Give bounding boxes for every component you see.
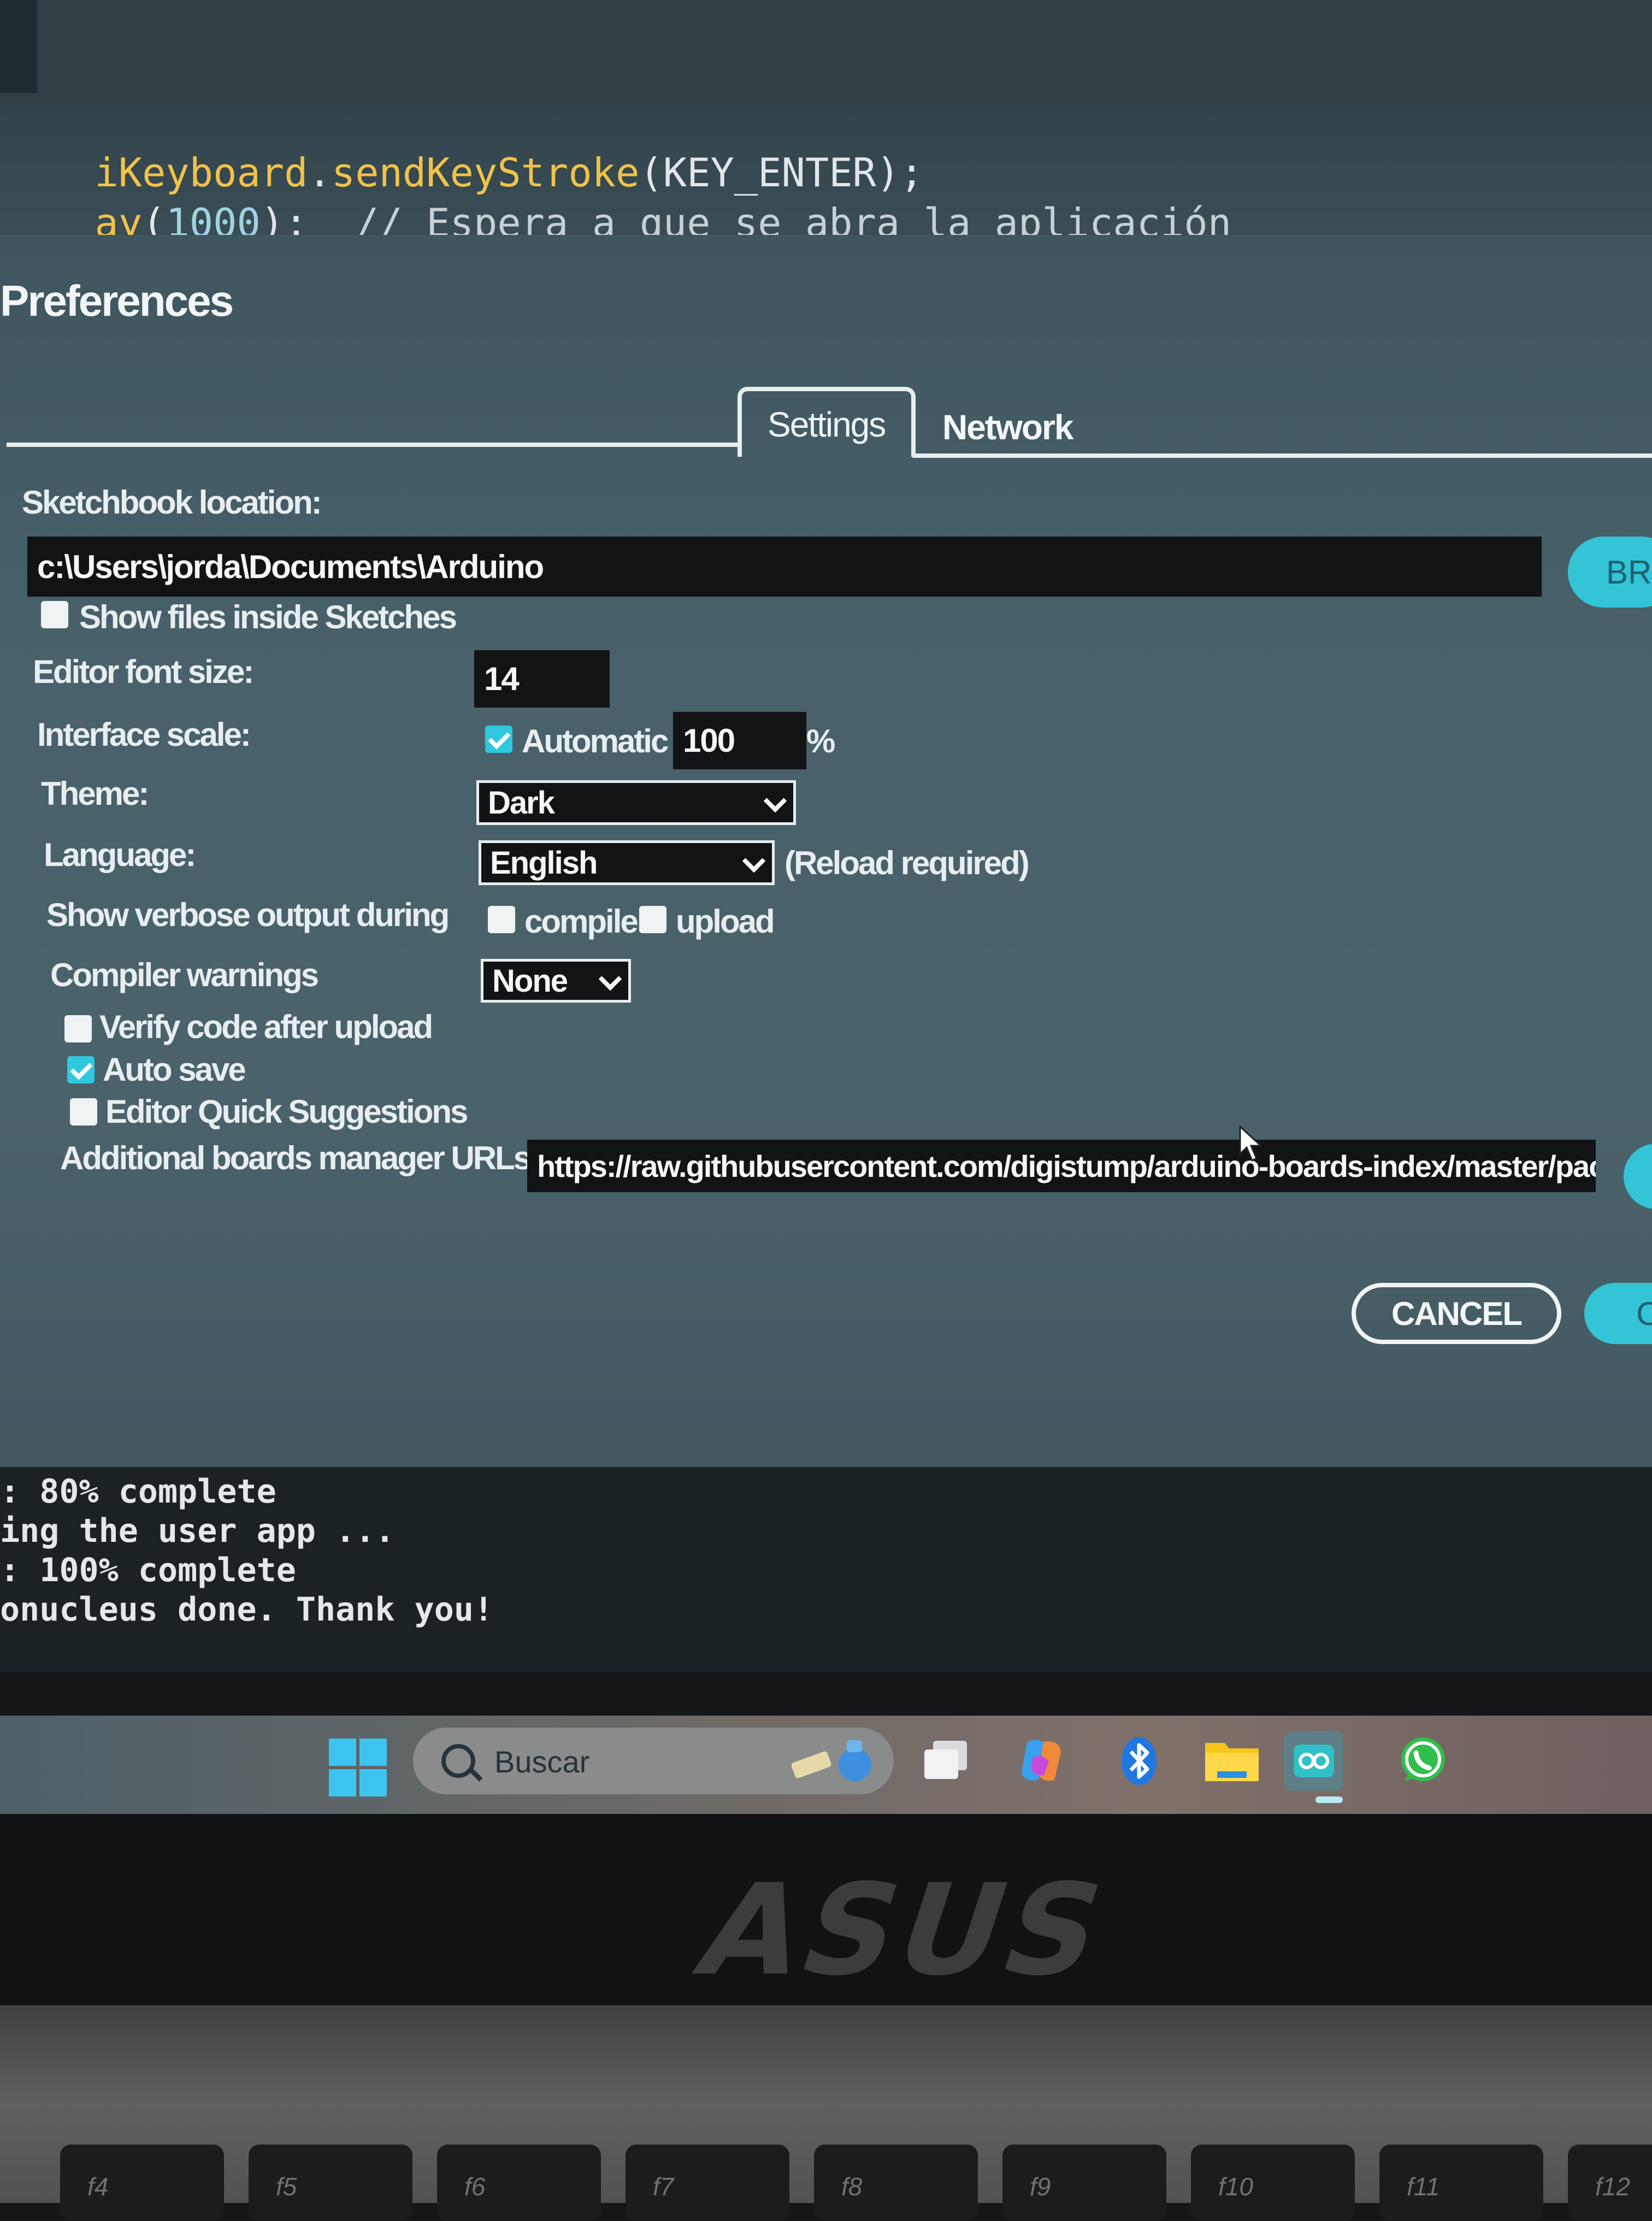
tab-divider: [7, 443, 739, 447]
theme-select[interactable]: Dark: [476, 780, 796, 825]
keyboard-key: f11: [1379, 2145, 1543, 2221]
verbose-compile-checkbox[interactable]: [488, 906, 515, 933]
boards-urls-label: Additional boards manager URLs:: [60, 1140, 541, 1176]
key-label: f5: [276, 2172, 297, 2201]
start-icon-tile: [329, 1769, 356, 1796]
browse-button[interactable]: BR: [1568, 537, 1652, 608]
boards-urls-input[interactable]: https://raw.githubusercontent.com/digist…: [527, 1140, 1596, 1192]
console-line: onucleus done. Thank you!: [0, 1590, 494, 1629]
verbose-upload-label: upload: [676, 903, 775, 940]
language-select[interactable]: English: [479, 840, 775, 885]
urls-edit-button[interactable]: [1624, 1144, 1652, 1209]
bluetooth-icon[interactable]: [1109, 1731, 1169, 1791]
auto-save-checkbox[interactable]: [67, 1056, 95, 1083]
arduino-ide-icon[interactable]: [1284, 1731, 1344, 1791]
key-label: f9: [1030, 2172, 1051, 2201]
compiler-warnings-select[interactable]: None: [481, 959, 631, 1003]
language-label: Language:: [44, 836, 196, 873]
keyboard-key: f7: [626, 2145, 789, 2221]
keyboard-key: f8: [814, 2145, 978, 2221]
font-size-label: Editor font size:: [33, 653, 254, 690]
whatsapp-icon[interactable]: [1393, 1731, 1453, 1791]
editor-tab[interactable]: [0, 0, 37, 93]
sketchbook-location-label: Sketchbook location:: [22, 484, 322, 521]
keyboard-key: f5: [249, 2145, 412, 2221]
task-view-icon[interactable]: [918, 1731, 978, 1791]
key-label: f12: [1595, 2172, 1630, 2201]
editor-tab-bar: [0, 0, 1652, 104]
start-icon-tile: [359, 1769, 387, 1796]
compiler-warnings-label: Compiler warnings: [50, 957, 319, 993]
asus-logo: ASUS: [681, 1858, 1126, 2004]
chevron-down-icon: [763, 789, 787, 813]
start-icon-tile: [329, 1739, 356, 1766]
keyboard-key: f12: [1568, 2145, 1652, 2221]
console-line: : 100% complete: [0, 1551, 296, 1589]
tab-divider: [912, 453, 1652, 458]
font-size-input[interactable]: 14: [474, 650, 610, 708]
chevron-down-icon: [598, 967, 622, 991]
automatic-scale-checkbox[interactable]: [485, 726, 512, 753]
chevron-down-icon: [742, 849, 766, 873]
key-label: f6: [464, 2172, 486, 2201]
auto-save-label: Auto save: [103, 1051, 246, 1088]
language-select-value: English: [490, 845, 598, 881]
key-label: f7: [653, 2172, 674, 2201]
search-highlight-icon: [791, 1740, 871, 1781]
key-label: f11: [1407, 2172, 1440, 2201]
reload-required-note: (Reload required): [784, 845, 1030, 881]
theme-select-value: Dark: [488, 785, 555, 821]
tab-settings-label[interactable]: Settings: [768, 404, 886, 445]
keyboard-key: f6: [437, 2145, 601, 2221]
interface-scale-label: Interface scale:: [37, 716, 251, 753]
automatic-scale-label: Automatic: [522, 723, 669, 759]
tab-network[interactable]: Network: [942, 407, 1073, 447]
keyboard-key: f4: [60, 2145, 224, 2221]
scale-unit-label: %: [806, 723, 835, 759]
windows-start-icon[interactable]: [329, 1739, 387, 1796]
cancel-button[interactable]: CANCEL: [1352, 1283, 1561, 1344]
start-icon-tile: [359, 1739, 387, 1766]
quick-suggestions-label: Editor Quick Suggestions: [105, 1093, 468, 1130]
key-label: f10: [1218, 2172, 1253, 2201]
code-editor: iKeyboard.sendKeyStroke(KEY_ENTER); ay(1…: [0, 0, 1652, 246]
show-files-label: Show files inside Sketches: [79, 599, 457, 635]
key-label: f8: [841, 2172, 863, 2201]
file-explorer-icon[interactable]: [1202, 1731, 1262, 1791]
output-console: : 80% complete ing the user app ... : 10…: [0, 1467, 1652, 1672]
active-app-indicator: [1315, 1796, 1343, 1803]
copilot-icon[interactable]: [1011, 1731, 1071, 1791]
quick-suggestions-checkbox[interactable]: [70, 1098, 97, 1126]
console-line: ing the user app ...: [0, 1512, 395, 1550]
dialog-title: Preferences: [0, 276, 234, 325]
compiler-warnings-select-value: None: [492, 963, 568, 999]
search-placeholder: Buscar: [494, 1745, 590, 1779]
verbose-output-label: Show verbose output during: [46, 897, 450, 933]
sketchbook-location-input[interactable]: c:\Users\jorda\Documents\Arduino: [27, 537, 1542, 597]
search-icon: [441, 1744, 475, 1778]
console-line: : 80% complete: [0, 1472, 276, 1511]
keyboard-key: f10: [1191, 2145, 1355, 2221]
mouse-cursor-icon: [1239, 1126, 1263, 1162]
arduino-logo-icon: [1294, 1745, 1334, 1777]
show-files-checkbox[interactable]: [41, 601, 68, 628]
verify-code-label: Verify code after upload: [99, 1009, 433, 1045]
verbose-compile-label: compile: [524, 903, 639, 940]
preferences-dialog: Preferences Settings Network Sketchbook …: [0, 235, 1652, 1467]
verify-code-checkbox[interactable]: [64, 1015, 92, 1042]
ok-button[interactable]: C: [1584, 1283, 1652, 1344]
keyboard-key: f9: [1002, 2145, 1166, 2221]
verbose-upload-checkbox[interactable]: [639, 906, 666, 933]
theme-label: Theme:: [41, 775, 149, 812]
key-label: f4: [87, 2172, 109, 2201]
interface-scale-input[interactable]: 100: [673, 712, 806, 769]
